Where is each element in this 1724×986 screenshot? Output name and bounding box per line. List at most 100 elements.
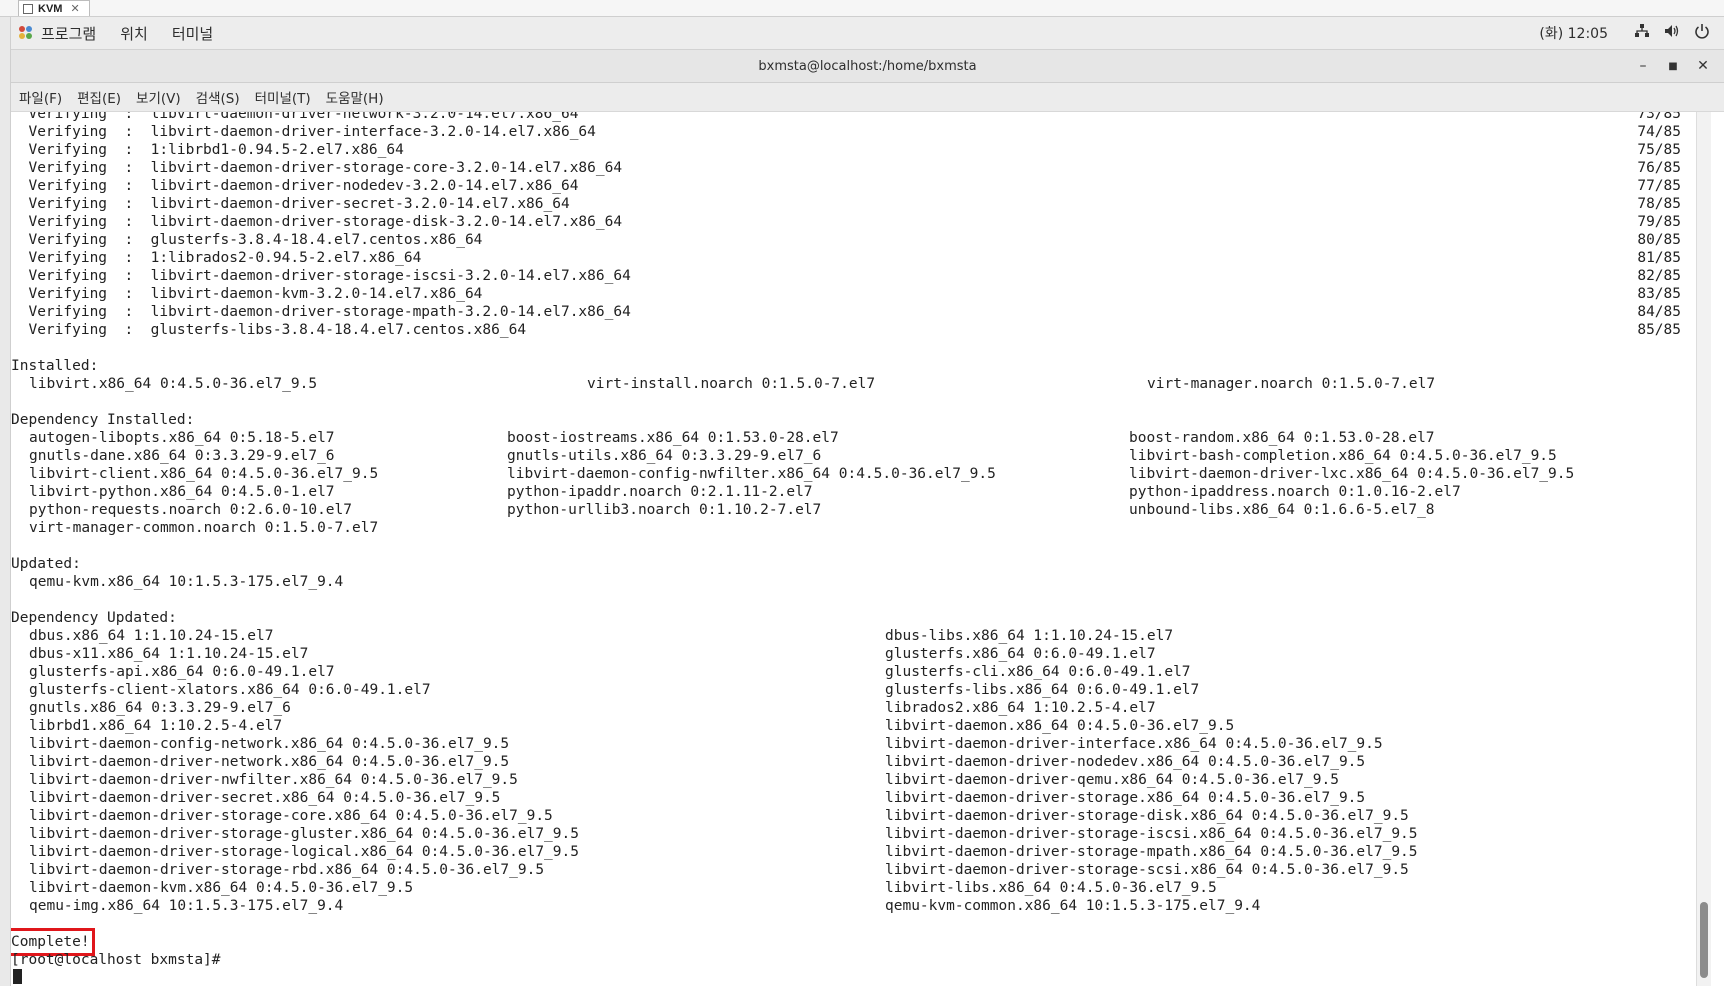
verifying-line: Verifying : 1:librados2-0.94.5-2.el7.x86…: [11, 250, 422, 266]
dependency-updated-package: libvirt-daemon-driver-storage-core.x86_6…: [29, 808, 553, 824]
dependency-updated-package: glusterfs-libs.x86_64 0:6.0-49.1.el7: [885, 682, 1200, 698]
verifying-line: Verifying : libvirt-daemon-driver-storag…: [11, 214, 623, 230]
window-titlebar[interactable]: bxmsta@localhost:/home/bxmsta – ■ ✕: [11, 50, 1724, 83]
dependency-updated-package: libvirt-daemon-driver-storage.x86_64 0:4…: [885, 790, 1366, 806]
prompt-line[interactable]: [root@localhost bxmsta]#: [11, 951, 229, 984]
dependency-updated-package: libvirt-daemon-driver-storage-scsi.x86_6…: [885, 862, 1409, 878]
terminal-output[interactable]: Verifying : libvirt-daemon-driver-networ…: [11, 112, 1711, 986]
dependency-updated-package: libvirt-daemon-driver-nodedev.x86_64 0:4…: [885, 754, 1366, 770]
dependency-updated-package: libvirt-daemon-driver-interface.x86_64 0…: [885, 736, 1383, 752]
dependency-installed-package: python-ipaddress.noarch 0:1.0.16-2.el7: [1129, 484, 1461, 500]
verifying-line: Verifying : libvirt-daemon-driver-secret…: [11, 196, 570, 212]
dependency-updated-package: glusterfs-client-xlators.x86_64 0:6.0-49…: [29, 682, 431, 698]
verifying-line: Verifying : libvirt-daemon-driver-nodede…: [11, 178, 579, 194]
menu-search[interactable]: 검색(S): [196, 87, 240, 107]
browser-tab-bar: KVM ✕: [0, 0, 1724, 17]
window-title: bxmsta@localhost:/home/bxmsta: [758, 58, 977, 74]
menu-help[interactable]: 도움말(H): [326, 87, 384, 107]
tab-close-icon[interactable]: ✕: [70, 2, 79, 15]
verifying-count: 82/85: [1637, 268, 1681, 284]
dependency-updated-package: librados2.x86_64 1:10.2.5-4.el7: [885, 700, 1156, 716]
verifying-count: 83/85: [1637, 286, 1681, 302]
maximize-button[interactable]: ■: [1658, 61, 1688, 72]
verifying-count: 74/85: [1637, 124, 1681, 140]
dependency-updated-header: Dependency Updated:: [11, 610, 177, 626]
dependency-installed-package: libvirt-bash-completion.x86_64 0:4.5.0-3…: [1129, 448, 1557, 464]
top-panel: 프로그램 위치 터미널 (화) 12:05: [11, 17, 1724, 50]
dependency-updated-package: qemu-img.x86_64 10:1.5.3-175.el7_9.4: [29, 898, 344, 914]
dependency-updated-package: gnutls.x86_64 0:3.3.29-9.el7_6: [29, 700, 291, 716]
dependency-updated-package: libvirt-daemon-driver-storage-mpath.x86_…: [885, 844, 1418, 860]
verifying-count: 78/85: [1637, 196, 1681, 212]
text-cursor: [13, 969, 22, 984]
dependency-installed-package: unbound-libs.x86_64 0:1.6.6-5.el7_8: [1129, 502, 1435, 518]
menu-view[interactable]: 보기(V): [136, 87, 181, 107]
dependency-installed-package: python-ipaddr.noarch 0:2.1.11-2.el7: [507, 484, 813, 500]
verifying-line: Verifying : libvirt-daemon-driver-storag…: [11, 160, 623, 176]
dependency-installed-header: Dependency Installed:: [11, 412, 195, 428]
dependency-updated-package: libvirt-daemon-driver-secret.x86_64 0:4.…: [29, 790, 501, 806]
verifying-line: Verifying : libvirt-daemon-kvm-3.2.0-14.…: [11, 286, 483, 302]
verifying-line: Verifying : 1:librbd1-0.94.5-2.el7.x86_6…: [11, 142, 404, 158]
verifying-count: 81/85: [1637, 250, 1681, 266]
updated-header: Updated:: [11, 556, 81, 572]
panel-clock[interactable]: (화) 12:05: [1539, 23, 1608, 43]
dependency-installed-package: virt-manager-common.noarch 0:1.5.0-7.el7: [29, 520, 379, 536]
shell-prompt[interactable]: [root@localhost bxmsta]#: [11, 951, 229, 969]
scrollbar-thumb[interactable]: [1700, 902, 1708, 978]
installed-package: libvirt.x86_64 0:4.5.0-36.el7_9.5: [29, 376, 318, 392]
verifying-count: 77/85: [1637, 178, 1681, 194]
dependency-installed-package: libvirt-daemon-config-nwfilter.x86_64 0:…: [507, 466, 996, 482]
verifying-line: Verifying : libvirt-daemon-driver-networ…: [11, 112, 579, 122]
power-icon[interactable]: [1694, 23, 1710, 43]
updated-package: qemu-kvm.x86_64 10:1.5.3-175.el7_9.4: [29, 574, 344, 590]
dependency-updated-package: librbd1.x86_64 1:10.2.5-4.el7: [29, 718, 283, 734]
installed-header: Installed:: [11, 358, 99, 374]
dependency-updated-package: glusterfs-cli.x86_64 0:6.0-49.1.el7: [885, 664, 1191, 680]
document-icon: [23, 3, 33, 14]
panel-menu-terminal[interactable]: 터미널: [172, 23, 213, 44]
verifying-count: 85/85: [1637, 322, 1681, 338]
dependency-installed-package: libvirt-python.x86_64 0:4.5.0-1.el7: [29, 484, 335, 500]
tab-label: KVM: [38, 2, 63, 15]
terminal-scrollbar[interactable]: [1696, 112, 1711, 986]
verifying-count: 75/85: [1637, 142, 1681, 158]
dependency-updated-package: libvirt-daemon.x86_64 0:4.5.0-36.el7_9.5: [885, 718, 1235, 734]
verifying-line: Verifying : libvirt-daemon-driver-storag…: [11, 304, 631, 320]
minimize-button[interactable]: –: [1628, 58, 1658, 74]
dependency-updated-package: libvirt-daemon-driver-storage-logical.x8…: [29, 844, 579, 860]
verifying-count: 80/85: [1637, 232, 1681, 248]
dependency-installed-package: libvirt-daemon-driver-lxc.x86_64 0:4.5.0…: [1129, 466, 1575, 482]
installed-package: virt-manager.noarch 0:1.5.0-7.el7: [1147, 376, 1436, 392]
verifying-line: Verifying : glusterfs-libs-3.8.4-18.4.el…: [11, 322, 527, 338]
dependency-updated-package: libvirt-daemon-driver-storage-rbd.x86_64…: [29, 862, 545, 878]
panel-menu-places[interactable]: 위치: [120, 23, 148, 44]
verifying-line: Verifying : libvirt-daemon-driver-storag…: [11, 268, 631, 284]
menu-edit[interactable]: 편집(E): [77, 87, 121, 107]
dependency-installed-package: python-requests.noarch 0:2.6.0-10.el7: [29, 502, 353, 518]
tab-kvm[interactable]: KVM ✕: [18, 0, 90, 16]
dependency-updated-package: dbus-libs.x86_64 1:1.10.24-15.el7: [885, 628, 1174, 644]
dependency-updated-package: glusterfs-api.x86_64 0:6.0-49.1.el7: [29, 664, 335, 680]
dependency-updated-package: libvirt-daemon-driver-storage-iscsi.x86_…: [885, 826, 1418, 842]
dependency-installed-package: python-urllib3.noarch 0:1.10.2-7.el7: [507, 502, 822, 518]
dependency-updated-package: libvirt-daemon-config-network.x86_64 0:4…: [29, 736, 510, 752]
dependency-updated-package: libvirt-daemon-kvm.x86_64 0:4.5.0-36.el7…: [29, 880, 414, 896]
complete-message: Complete!: [11, 934, 90, 950]
menu-file[interactable]: 파일(F): [19, 87, 62, 107]
menu-terminal[interactable]: 터미널(T): [255, 87, 311, 107]
dependency-installed-package: libvirt-client.x86_64 0:4.5.0-36.el7_9.5: [29, 466, 379, 482]
dependency-updated-package: libvirt-daemon-driver-storage-disk.x86_6…: [885, 808, 1409, 824]
verifying-count: 73/85: [1637, 112, 1681, 122]
network-icon[interactable]: [1634, 24, 1650, 42]
dependency-updated-package: libvirt-libs.x86_64 0:4.5.0-36.el7_9.5: [885, 880, 1217, 896]
dependency-updated-package: glusterfs.x86_64 0:6.0-49.1.el7: [885, 646, 1156, 662]
dependency-updated-package: dbus-x11.x86_64 1:1.10.24-15.el7: [29, 646, 309, 662]
dependency-installed-package: boost-random.x86_64 0:1.53.0-28.el7: [1129, 430, 1435, 446]
close-button[interactable]: ✕: [1688, 58, 1718, 74]
dependency-installed-package: gnutls-utils.x86_64 0:3.3.29-9.el7_6: [507, 448, 822, 464]
panel-menu-applications[interactable]: 프로그램: [41, 23, 96, 44]
dependency-installed-package: boost-iostreams.x86_64 0:1.53.0-28.el7: [507, 430, 839, 446]
terminal-menubar: 파일(F) 편집(E) 보기(V) 검색(S) 터미널(T) 도움말(H): [11, 83, 1724, 112]
volume-icon[interactable]: [1664, 24, 1680, 42]
